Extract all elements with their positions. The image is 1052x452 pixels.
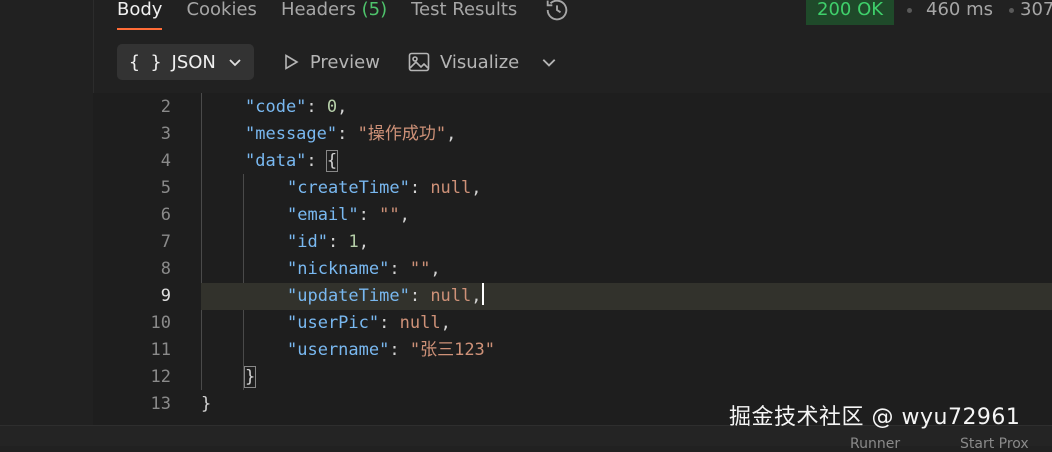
tab-test-results[interactable]: Test Results xyxy=(411,0,517,30)
json-key: "nickname" xyxy=(287,259,390,279)
close-brace: } xyxy=(201,394,212,414)
code-line: 7 "id": 1, xyxy=(93,229,1052,256)
json-key: "id" xyxy=(287,232,328,252)
tab-body[interactable]: Body xyxy=(117,0,163,30)
visualize-label: Visualize xyxy=(439,51,520,73)
response-size: 307 xyxy=(1020,0,1052,20)
code-line: 10 "userPic": null, xyxy=(93,310,1052,337)
line-number: 5 xyxy=(160,178,171,198)
json-value: "" xyxy=(409,259,431,279)
json-value: null xyxy=(399,313,441,333)
json-value: 0 xyxy=(326,97,338,117)
json-key: "createTime" xyxy=(287,178,410,198)
json-value: "张三123" xyxy=(409,340,496,360)
json-key: "email" xyxy=(287,205,359,225)
line-number: 6 xyxy=(160,205,171,225)
visualize-options-button[interactable] xyxy=(541,54,557,70)
json-value: "" xyxy=(379,205,400,225)
status-badge: 200 OK xyxy=(806,0,895,25)
watermark: 掘金技术社区 @ wyu72961 xyxy=(729,405,1021,430)
json-key: "code" xyxy=(245,97,307,117)
preview-label: Preview xyxy=(309,51,380,73)
tab-cookies[interactable]: Cookies xyxy=(186,0,256,30)
code-line: 12 } xyxy=(93,364,1052,391)
json-value: null xyxy=(430,178,472,198)
line-number: 2 xyxy=(160,97,171,117)
left-sidebar xyxy=(0,0,94,445)
line-number: 12 xyxy=(150,367,171,387)
text-caret xyxy=(481,283,484,305)
chevron-down-icon xyxy=(229,59,241,67)
chevron-down-icon xyxy=(542,59,556,67)
play-icon xyxy=(285,54,299,70)
separator-dot xyxy=(907,8,912,13)
line-number: 11 xyxy=(150,340,171,360)
json-response-editor[interactable]: 2 "code": 0, 3 "message": "操作成功", 4 "dat… xyxy=(93,93,1052,425)
line-number: 7 xyxy=(160,232,171,252)
code-line: 4 "data": { xyxy=(93,148,1052,175)
image-icon xyxy=(408,52,430,72)
line-number: 3 xyxy=(160,124,171,144)
response-tabs: Body Cookies Headers (5) Test Results xyxy=(117,0,541,30)
history-icon[interactable] xyxy=(543,0,571,28)
separator-dot xyxy=(1009,8,1014,13)
close-brace: } xyxy=(243,366,257,388)
code-line: 11 "username": "张三123" xyxy=(93,337,1052,364)
json-value: 1 xyxy=(348,232,359,252)
line-number: 8 xyxy=(160,259,171,279)
code-line: 6 "email": "", xyxy=(93,202,1052,229)
format-dropdown[interactable]: { } JSON xyxy=(117,44,254,80)
start-proxy-button[interactable]: Start Prox xyxy=(960,436,1029,452)
line-number: 4 xyxy=(160,151,171,171)
runner-button[interactable]: Runner xyxy=(850,436,900,452)
code-line-current: 9 "updateTime": null, xyxy=(93,283,1052,310)
json-braces-icon: { } xyxy=(129,51,162,73)
tab-headers[interactable]: Headers (5) xyxy=(281,0,387,30)
json-key: "message" xyxy=(245,124,338,144)
json-value: "操作成功" xyxy=(357,124,447,144)
visualize-button[interactable]: Visualize xyxy=(408,52,519,73)
json-value: null xyxy=(430,286,472,306)
json-key: "data" xyxy=(245,151,307,171)
format-label: JSON xyxy=(171,51,216,73)
json-key: "updateTime" xyxy=(287,286,410,306)
code-line: 2 "code": 0, xyxy=(93,94,1052,121)
code-line: 3 "message": "操作成功", xyxy=(93,121,1052,148)
code-line: 5 "createTime": null, xyxy=(93,175,1052,202)
json-key: "userPic" xyxy=(287,313,380,333)
open-brace: { xyxy=(325,150,339,172)
code-line: 8 "nickname": "", xyxy=(93,256,1052,283)
response-time: 460 ms xyxy=(926,0,993,20)
headers-count: (5) xyxy=(361,0,388,20)
line-number: 10 xyxy=(150,313,171,333)
line-number: 9 xyxy=(160,286,171,306)
response-toolbar: { } JSON Preview Visualize xyxy=(117,44,557,80)
line-number: 13 xyxy=(150,394,171,414)
preview-button[interactable]: Preview xyxy=(282,52,380,73)
json-key: "username" xyxy=(287,340,390,360)
